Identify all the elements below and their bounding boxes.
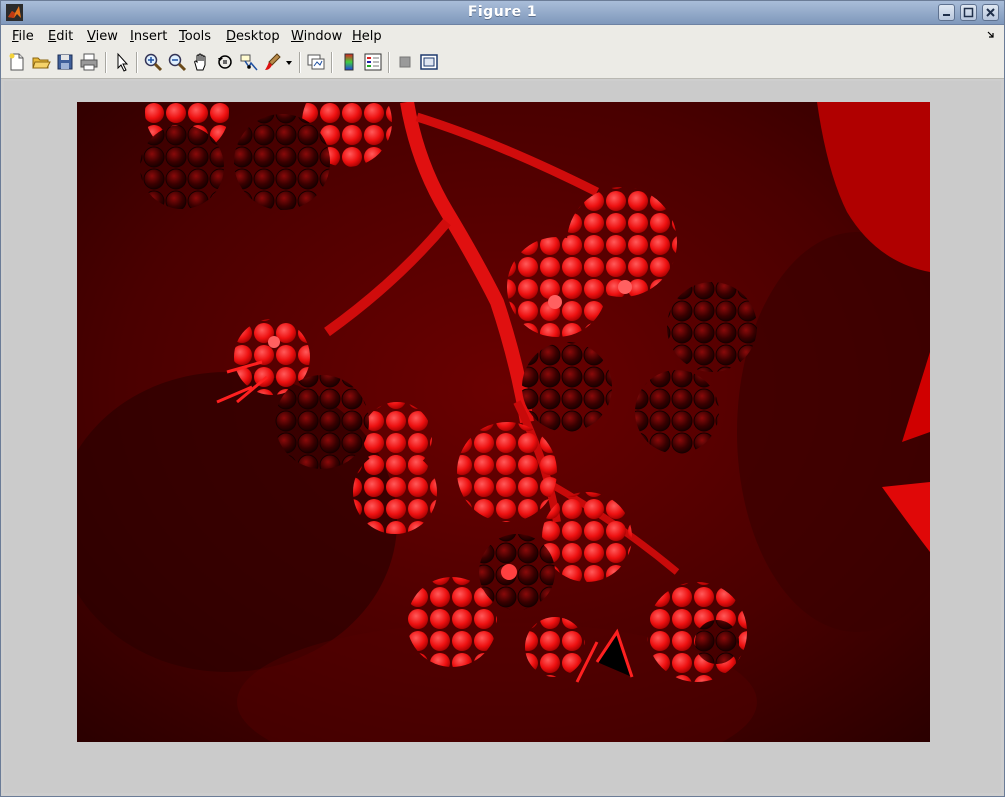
toolbar-separator xyxy=(388,52,390,73)
menu-file[interactable]: File xyxy=(12,29,34,44)
zoom-in-icon xyxy=(144,53,163,72)
save-figure-button[interactable] xyxy=(55,52,75,72)
menu-view[interactable]: View xyxy=(87,29,118,44)
data-cursor-button[interactable] xyxy=(239,52,259,72)
show-plot-tools-icon xyxy=(420,54,438,70)
dock-arrow-icon[interactable] xyxy=(986,30,996,40)
open-file-button[interactable] xyxy=(31,52,51,72)
close-icon xyxy=(986,8,995,17)
menu-desktop[interactable]: Desktop xyxy=(226,29,280,44)
menu-help[interactable]: Help xyxy=(352,29,382,44)
edit-plot-icon xyxy=(117,52,129,72)
menu-tools[interactable]: Tools xyxy=(179,29,211,44)
insert-legend-icon xyxy=(364,53,382,71)
print-figure-button[interactable] xyxy=(79,52,99,72)
rotate-3d-icon xyxy=(218,55,232,69)
hide-plot-tools-button[interactable] xyxy=(395,52,415,72)
data-cursor-icon xyxy=(240,54,258,71)
maximize-icon xyxy=(963,7,974,18)
minimize-button[interactable] xyxy=(938,4,955,21)
zoom-out-icon xyxy=(168,53,187,72)
new-figure-icon xyxy=(9,53,24,71)
hide-plot-tools-icon xyxy=(399,56,411,68)
menu-edit[interactable]: Edit xyxy=(48,29,73,44)
menu-insert[interactable]: Insert xyxy=(130,29,167,44)
red-channel-photo-image xyxy=(77,102,930,742)
insert-colorbar-icon xyxy=(344,53,354,71)
rotate-3d-button[interactable] xyxy=(215,52,235,72)
show-plot-tools-button[interactable] xyxy=(419,52,439,72)
figure-canvas[interactable] xyxy=(4,81,1001,793)
window-title: Figure 1 xyxy=(467,4,538,20)
zoom-out-button[interactable] xyxy=(167,52,187,72)
insert-colorbar-button[interactable] xyxy=(339,52,359,72)
maximize-button[interactable] xyxy=(960,4,977,21)
open-file-icon xyxy=(32,57,51,69)
brush-icon xyxy=(265,53,281,70)
menu-bar: File Edit View Insert Tools Desktop Wind… xyxy=(1,25,1004,47)
title-bar[interactable]: Figure 1 xyxy=(1,1,1004,25)
edit-plot-button[interactable] xyxy=(112,52,132,72)
close-button[interactable] xyxy=(982,4,999,21)
toolbar-separator xyxy=(105,52,107,73)
zoom-in-button[interactable] xyxy=(143,52,163,72)
figure-window: Figure 1 File Edit View Insert Tools Des… xyxy=(0,0,1005,797)
toolbar-separator xyxy=(136,52,138,73)
save-figure-icon xyxy=(57,54,73,70)
brush-button[interactable] xyxy=(263,52,283,72)
new-figure-button[interactable] xyxy=(7,52,27,72)
chevron-down-icon xyxy=(286,61,292,65)
print-figure-icon xyxy=(80,53,98,71)
link-plot-button[interactable] xyxy=(306,52,326,72)
toolbar-separator xyxy=(299,52,301,73)
menu-window[interactable]: Window xyxy=(291,29,342,44)
brush-dropdown[interactable] xyxy=(284,52,294,72)
insert-legend-button[interactable] xyxy=(363,52,383,72)
figure-toolbar xyxy=(1,47,1004,79)
pan-button[interactable] xyxy=(191,52,211,72)
link-plot-icon xyxy=(307,54,325,70)
minimize-icon xyxy=(943,14,950,16)
image-axes[interactable] xyxy=(77,102,930,742)
toolbar-separator xyxy=(331,52,333,73)
pan-icon xyxy=(194,53,206,71)
